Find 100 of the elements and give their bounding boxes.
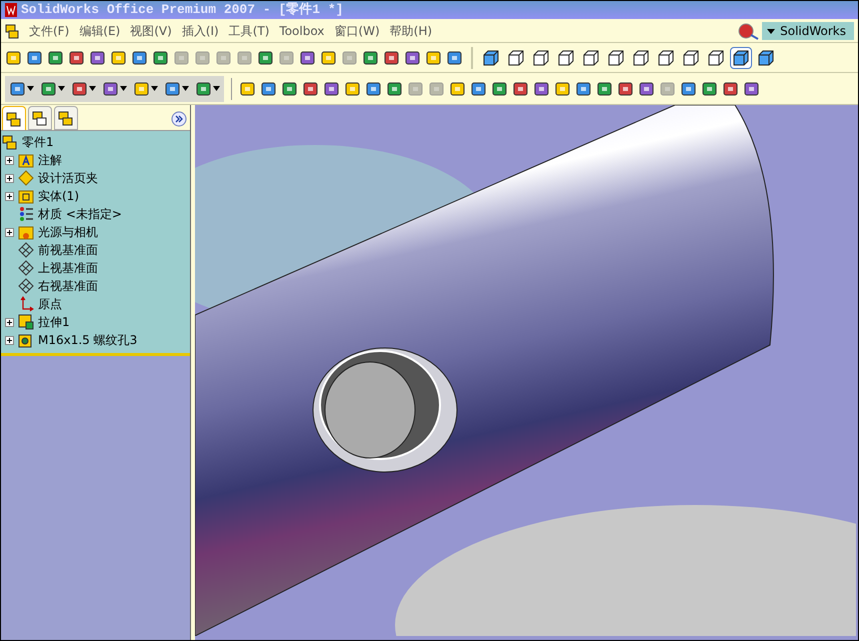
toolbar-icon[interactable]	[680, 80, 698, 98]
tree-item-label[interactable]: 注解	[38, 151, 62, 169]
toolbar-icon[interactable]	[470, 80, 488, 98]
expand-toggle-icon[interactable]	[5, 228, 14, 236]
toolbar-icon[interactable]	[596, 80, 614, 98]
toolbar-icon[interactable]	[26, 48, 44, 66]
origin-icon	[18, 296, 34, 312]
tree-item-label[interactable]: 原点	[38, 295, 62, 313]
plane-icon	[18, 242, 34, 258]
toolbar-icon[interactable]	[152, 48, 170, 66]
hole-icon	[18, 332, 34, 348]
toolbar-icon[interactable]	[722, 80, 740, 98]
tree-item-label[interactable]: 右视基准面	[38, 277, 98, 295]
menu-item[interactable]: 工具(T)	[228, 22, 270, 40]
toolbar-icon[interactable]	[365, 80, 383, 98]
toolbar-icon[interactable]	[383, 48, 401, 66]
menu-item[interactable]: 窗口(W)	[334, 22, 380, 40]
expand-toggle-icon[interactable]	[5, 174, 14, 182]
expand-toggle-icon[interactable]	[5, 192, 14, 200]
toolbar-icon[interactable]	[71, 80, 89, 98]
annotation-folder-icon	[18, 152, 34, 168]
dropdown-caret-icon[interactable]	[151, 86, 158, 91]
dropdown-caret-icon[interactable]	[213, 86, 220, 91]
toolbar-icon[interactable]	[110, 48, 128, 66]
toolbar-icon[interactable]	[40, 80, 58, 98]
expand-toggle-icon[interactable]	[5, 318, 14, 326]
toolbar-icon[interactable]	[257, 48, 275, 66]
toolbar-icon[interactable]	[47, 48, 65, 66]
menu-item[interactable]: 插入(I)	[182, 22, 219, 40]
material-list-icon	[18, 206, 34, 222]
tree-item-label[interactable]: 拉伸1	[38, 313, 70, 331]
window-title: SolidWorks Office Premium 2007 - [零件1 *]	[21, 1, 344, 20]
tree-item-label[interactable]: M16x1.5 螺纹孔3	[38, 331, 138, 349]
toolbar-icon[interactable]	[344, 80, 362, 98]
dropdown-caret-icon[interactable]	[89, 86, 96, 91]
toolbar-icon[interactable]	[446, 48, 464, 66]
menu-item[interactable]: 文件(F)	[29, 22, 70, 40]
toolbar-icon[interactable]	[575, 80, 593, 98]
tree-item-label[interactable]: 光源与相机	[38, 223, 98, 241]
toolbar-icon[interactable]	[323, 80, 341, 98]
dropdown-caret-icon[interactable]	[120, 86, 127, 91]
toolbar-icon[interactable]	[260, 80, 278, 98]
toolbar-icon[interactable]	[195, 80, 213, 98]
toolbar-icon[interactable]	[102, 80, 120, 98]
panel-tab[interactable]	[2, 106, 26, 130]
expand-panel-icon[interactable]	[171, 111, 187, 127]
tab-icon	[58, 110, 74, 126]
toolbar-icon[interactable]	[299, 48, 317, 66]
menu-item[interactable]: Toolbox	[279, 22, 324, 40]
toolbar-icon[interactable]	[89, 48, 107, 66]
toolbar-icon[interactable]	[743, 80, 761, 98]
part-icon	[2, 134, 18, 150]
toolbar-icon[interactable]	[302, 80, 320, 98]
toolbar-icon[interactable]	[701, 80, 719, 98]
menu-item[interactable]: 视图(V)	[130, 22, 172, 40]
tab-icon	[6, 110, 22, 126]
toolbar-icon[interactable]	[638, 80, 656, 98]
tree-item-label[interactable]: 材质 <未指定>	[38, 205, 122, 223]
panel-tab[interactable]	[28, 106, 52, 130]
panel-tab[interactable]	[54, 106, 78, 130]
menu-item[interactable]: 帮助(H)	[390, 22, 432, 40]
toolbar-icon[interactable]	[281, 80, 299, 98]
toolbar-icon[interactable]	[362, 48, 380, 66]
tree-item-label[interactable]: 设计活页夹	[38, 169, 98, 187]
toolbar-icon[interactable]	[239, 80, 257, 98]
tree-item-label[interactable]: 前视基准面	[38, 241, 98, 259]
plane-icon	[18, 278, 34, 294]
toolbar-icon[interactable]	[425, 48, 443, 66]
toolbar-icon[interactable]	[386, 80, 404, 98]
toolbar-icon[interactable]	[449, 80, 467, 98]
toolbar-icon[interactable]	[133, 80, 151, 98]
plane-icon	[18, 260, 34, 276]
toolbar-icon[interactable]	[554, 80, 572, 98]
diamond-icon	[18, 170, 34, 186]
tree-item-label[interactable]: 上视基准面	[38, 259, 98, 277]
toolbar-icon[interactable]	[512, 80, 530, 98]
toolbar-icon[interactable]	[533, 80, 551, 98]
extrude-icon	[18, 314, 34, 330]
toolbar-icon[interactable]	[9, 80, 27, 98]
expand-toggle-icon[interactable]	[5, 156, 14, 164]
dropdown-caret-icon[interactable]	[27, 86, 34, 91]
toolbar-icon[interactable]	[617, 80, 635, 98]
menu-item[interactable]: 编辑(E)	[79, 22, 120, 40]
toolbar-icon[interactable]	[68, 48, 86, 66]
dropdown-caret-icon[interactable]	[182, 86, 189, 91]
app-logo-icon	[5, 3, 17, 17]
tree-root-label[interactable]: 零件1	[22, 133, 54, 151]
toolbar-icon[interactable]	[164, 80, 182, 98]
expand-toggle-icon[interactable]	[5, 336, 14, 344]
folder-icon	[18, 188, 34, 204]
toolbar-icon[interactable]	[131, 48, 149, 66]
tree-item-label[interactable]: 实体(1)	[38, 187, 79, 205]
view-cube-button[interactable]	[730, 46, 752, 68]
parts-icon	[5, 22, 19, 38]
search-field[interactable]: SolidWorks	[762, 22, 854, 40]
dropdown-caret-icon[interactable]	[58, 86, 65, 91]
toolbar-icon[interactable]	[5, 48, 23, 66]
toolbar-icon[interactable]	[491, 80, 509, 98]
toolbar-icon[interactable]	[320, 48, 338, 66]
toolbar-icon[interactable]	[404, 48, 422, 66]
